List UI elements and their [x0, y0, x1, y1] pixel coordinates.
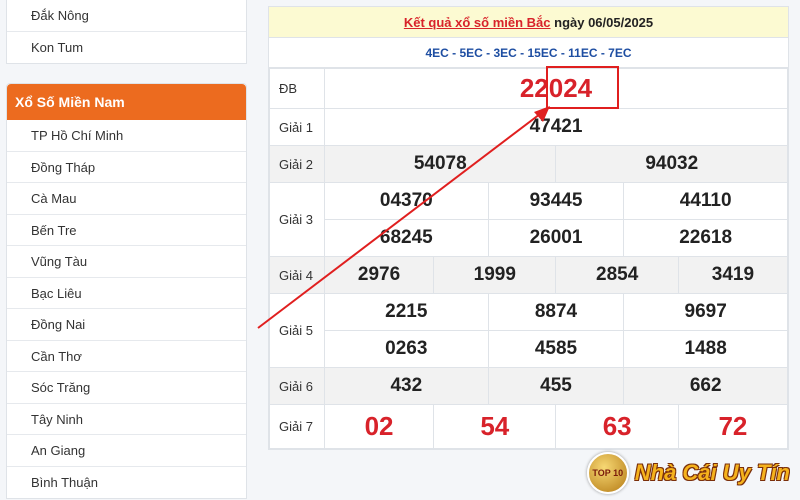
sidebar-item-bac-lieu[interactable]: Bạc Liêu: [7, 278, 246, 309]
prize-g3-1: 04370: [324, 182, 489, 220]
row-g2: Giải 2 54078 94032: [269, 145, 788, 183]
prize-g1: 47421: [324, 108, 788, 146]
prize-g3-6: 22618: [623, 219, 788, 257]
row-g5-a: Giải 5 2215 8874 9697: [269, 293, 788, 368]
sidebar-item-ben-tre[interactable]: Bến Tre: [7, 215, 246, 246]
prize-g4-1: 2976: [323, 256, 435, 294]
watermark: TOP 10 Nhà Cái Uy Tín: [586, 452, 790, 494]
label-g6: Giải 6: [269, 367, 325, 405]
sidebar-item-kon-tum[interactable]: Kon Tum: [7, 32, 246, 64]
results-codes: 4EC - 5EC - 3EC - 15EC - 11EC - 7EC: [269, 38, 788, 68]
sidebar-item-soc-trang[interactable]: Sóc Trăng: [7, 372, 246, 404]
highlight-box: [546, 66, 619, 109]
prize-g4-2: 1999: [433, 256, 557, 294]
watermark-text: Nhà Cái Uy Tín: [634, 460, 790, 485]
prize-g6-2: 455: [487, 367, 625, 405]
label-g4: Giải 4: [269, 256, 325, 294]
sidebar-item-dong-thap[interactable]: Đồng Tháp: [7, 152, 246, 183]
sidebar-south-header[interactable]: Xổ Số Miền Nam: [7, 84, 246, 120]
sidebar-north-list: Đắk Nông Kon Tum: [6, 0, 247, 64]
label-g2: Giải 2: [269, 145, 325, 183]
top10-logo-icon: TOP 10: [586, 452, 629, 494]
label-db: ĐB: [269, 68, 325, 109]
label-g7: Giải 7: [269, 404, 325, 449]
prize-g7-1: 02: [323, 404, 435, 449]
results-title-link[interactable]: Kết quả xổ số miền Bắc: [404, 15, 551, 30]
label-g3: Giải 3: [269, 182, 325, 257]
prize-g7-3: 63: [555, 404, 679, 449]
sidebar-item-binh-thuan[interactable]: Bình Thuận: [7, 467, 246, 499]
results-title-date: ngày 06/05/2025: [554, 15, 654, 30]
prize-g6-3: 662: [623, 367, 788, 405]
results-table: ĐB 22024 Giải 1 47421 Giải 2 54078 94032…: [269, 68, 789, 449]
sidebar-item-dong-nai[interactable]: Đồng Nai: [7, 309, 246, 341]
results-title: Kết quả xổ số miền Bắc ngày 06/05/2025: [269, 7, 788, 38]
sidebar-item-can-tho[interactable]: Cần Thơ: [7, 341, 246, 372]
prize-g2-1: 54078: [323, 145, 557, 183]
page: Đắk Nông Kon Tum Xổ Số Miền Nam TP Hồ Ch…: [0, 0, 800, 500]
prize-g5-6: 1488: [623, 330, 788, 368]
prize-g7-4: 72: [677, 404, 789, 449]
results-panel: Kết quả xổ số miền Bắc ngày 06/05/2025 4…: [268, 6, 789, 450]
prize-g4-3: 2854: [555, 256, 679, 294]
prize-g5-5: 4585: [487, 330, 625, 368]
prize-g7-2: 54: [433, 404, 557, 449]
row-g1: Giải 1 47421: [269, 108, 788, 146]
row-g4: Giải 4 2976 1999 2854 3419: [269, 256, 789, 294]
prize-g4-4: 3419: [677, 256, 789, 294]
prize-g6-1: 432: [324, 367, 489, 405]
label-g1: Giải 1: [269, 108, 325, 146]
prize-g5-3: 9697: [623, 293, 788, 331]
sidebar: Đắk Nông Kon Tum Xổ Số Miền Nam TP Hồ Ch…: [6, 0, 247, 500]
prize-g5-1: 2215: [324, 293, 489, 331]
prize-g3-5: 26001: [487, 219, 625, 257]
sidebar-item-tp-ho-chi-minh[interactable]: TP Hồ Chí Minh: [7, 120, 246, 152]
row-g7: Giải 7 02 54 63 72: [269, 404, 789, 449]
sidebar-item-an-giang[interactable]: An Giang: [7, 435, 246, 467]
row-g6: Giải 6 432 455 662: [269, 367, 788, 405]
row-g5-b: 0263 4585 1488: [270, 330, 788, 368]
prize-g2-2: 94032: [555, 145, 788, 183]
prize-g5-2: 8874: [487, 293, 625, 331]
sidebar-item-vung-tau[interactable]: Vũng Tàu: [7, 246, 246, 278]
label-g5: Giải 5: [269, 293, 325, 368]
sidebar-item-dak-nong[interactable]: Đắk Nông: [7, 0, 246, 32]
sidebar-south-box: Xổ Số Miền Nam TP Hồ Chí Minh Đồng Tháp …: [6, 83, 247, 499]
sidebar-item-ca-mau[interactable]: Cà Mau: [7, 183, 246, 215]
prize-g3-4: 68245: [324, 219, 489, 257]
row-g3-b: 68245 26001 22618: [270, 219, 788, 257]
row-db: ĐB 22024: [269, 68, 788, 109]
prize-g3-3: 44110: [623, 182, 788, 220]
sidebar-item-tay-ninh[interactable]: Tây Ninh: [7, 404, 246, 435]
prize-g3-2: 93445: [487, 182, 625, 220]
row-g3-a: Giải 3 04370 93445 44110: [269, 182, 788, 257]
prize-g5-4: 0263: [324, 330, 489, 368]
